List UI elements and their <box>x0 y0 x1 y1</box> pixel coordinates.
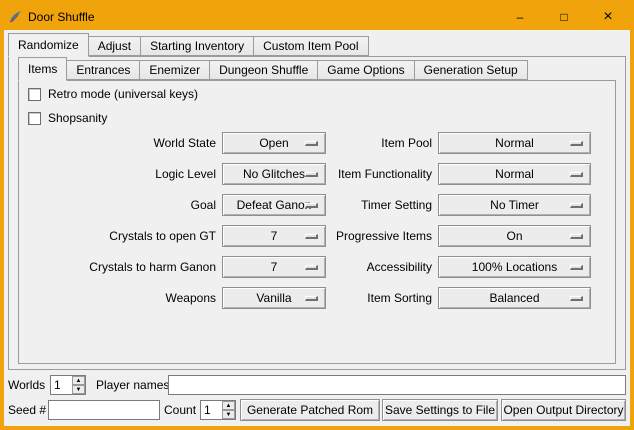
menu-indicator-icon <box>570 172 583 177</box>
item-sorting-value: Balanced <box>489 288 539 308</box>
open-output-directory-button[interactable]: Open Output Directory <box>501 399 626 421</box>
accessibility-value: 100% Locations <box>472 257 557 277</box>
menu-indicator-icon <box>570 141 583 146</box>
seed-label: Seed # <box>8 399 46 421</box>
main-tab-bar: Randomize Adjust Starting Inventory Cust… <box>8 33 368 56</box>
player-names-label: Player names <box>96 374 169 396</box>
item-sorting-dropdown[interactable]: Balanced <box>438 287 591 309</box>
spin-down-icon[interactable]: ▼ <box>222 410 235 419</box>
weapons-label: Weapons <box>44 287 216 309</box>
spinner-arrows: ▲ ▼ <box>72 376 85 394</box>
tab-starting-inventory[interactable]: Starting Inventory <box>140 36 254 56</box>
count-label: Count <box>164 399 196 421</box>
menu-indicator-icon <box>570 265 583 270</box>
tab-entrances[interactable]: Entrances <box>66 60 140 80</box>
accessibility-dropdown[interactable]: 100% Locations <box>438 256 591 278</box>
client-area: Randomize Adjust Starting Inventory Cust… <box>4 30 630 426</box>
spin-down-icon[interactable]: ▼ <box>72 385 85 394</box>
app-icon <box>8 10 22 24</box>
retro-mode-label: Retro mode (universal keys) <box>48 87 198 101</box>
tab-custom-item-pool[interactable]: Custom Item Pool <box>253 36 368 56</box>
titlebar: Door Shuffle – □ × <box>4 4 630 30</box>
goal-label: Goal <box>44 194 216 216</box>
item-sorting-label: Item Sorting <box>304 287 432 309</box>
count-input[interactable] <box>201 401 222 419</box>
menu-indicator-icon <box>570 234 583 239</box>
item-pool-value: Normal <box>495 133 534 153</box>
tab-items[interactable]: Items <box>18 57 67 81</box>
save-settings-button[interactable]: Save Settings to File <box>382 399 498 421</box>
timer-setting-value: No Timer <box>490 195 539 215</box>
crystals-open-gt-value: 7 <box>271 226 278 246</box>
spinner-arrows: ▲ ▼ <box>222 401 235 419</box>
sub-tab-bar: Items Entrances Enemizer Dungeon Shuffle… <box>18 57 527 80</box>
minimize-icon[interactable]: – <box>498 4 542 30</box>
tab-dungeon-shuffle[interactable]: Dungeon Shuffle <box>209 60 318 80</box>
player-names-input[interactable] <box>168 375 626 395</box>
count-spinner[interactable]: ▲ ▼ <box>200 400 236 420</box>
progressive-items-dropdown[interactable]: On <box>438 225 591 247</box>
item-pool-label: Item Pool <box>304 132 432 154</box>
tab-game-options[interactable]: Game Options <box>317 60 414 80</box>
crystals-open-gt-label: Crystals to open GT <box>44 225 216 247</box>
window-controls: – □ × <box>498 4 630 30</box>
logic-level-value: No Glitches <box>243 164 305 184</box>
timer-setting-dropdown[interactable]: No Timer <box>438 194 591 216</box>
weapons-value: Vanilla <box>256 288 291 308</box>
item-functionality-value: Normal <box>495 164 534 184</box>
window-title: Door Shuffle <box>28 10 95 24</box>
worlds-input[interactable] <box>51 376 72 394</box>
shopsanity-label: Shopsanity <box>48 111 107 125</box>
world-state-value: Open <box>259 133 288 153</box>
items-tab-pane <box>18 80 616 364</box>
retro-mode-checkbox[interactable]: Retro mode (universal keys) <box>28 87 198 101</box>
progressive-items-label: Progressive Items <box>304 225 432 247</box>
worlds-label: Worlds <box>8 374 45 396</box>
logic-level-label: Logic Level <box>44 163 216 185</box>
generate-patched-rom-button[interactable]: Generate Patched Rom <box>240 399 380 421</box>
checkbox-box-icon <box>28 112 41 125</box>
item-functionality-dropdown[interactable]: Normal <box>438 163 591 185</box>
door-shuffle-window: Door Shuffle – □ × Randomize Adjust Star… <box>0 0 634 430</box>
tab-randomize[interactable]: Randomize <box>8 33 89 57</box>
worlds-spinner[interactable]: ▲ ▼ <box>50 375 86 395</box>
tab-adjust[interactable]: Adjust <box>88 36 141 56</box>
shopsanity-checkbox[interactable]: Shopsanity <box>28 111 107 125</box>
menu-indicator-icon <box>570 296 583 301</box>
tab-generation-setup[interactable]: Generation Setup <box>414 60 528 80</box>
menu-indicator-icon <box>570 203 583 208</box>
seed-input[interactable] <box>48 400 160 420</box>
spin-up-icon[interactable]: ▲ <box>72 376 85 385</box>
accessibility-label: Accessibility <box>304 256 432 278</box>
spin-up-icon[interactable]: ▲ <box>222 401 235 410</box>
timer-setting-label: Timer Setting <box>304 194 432 216</box>
progressive-items-value: On <box>506 226 522 246</box>
item-functionality-label: Item Functionality <box>304 163 432 185</box>
maximize-icon[interactable]: □ <box>542 4 586 30</box>
close-icon[interactable]: × <box>586 4 630 30</box>
world-state-label: World State <box>44 132 216 154</box>
item-pool-dropdown[interactable]: Normal <box>438 132 591 154</box>
tab-enemizer[interactable]: Enemizer <box>139 60 210 80</box>
goal-value: Defeat Ganon <box>237 195 312 215</box>
crystals-harm-ganon-label: Crystals to harm Ganon <box>44 256 216 278</box>
checkbox-box-icon <box>28 88 41 101</box>
crystals-harm-ganon-value: 7 <box>271 257 278 277</box>
